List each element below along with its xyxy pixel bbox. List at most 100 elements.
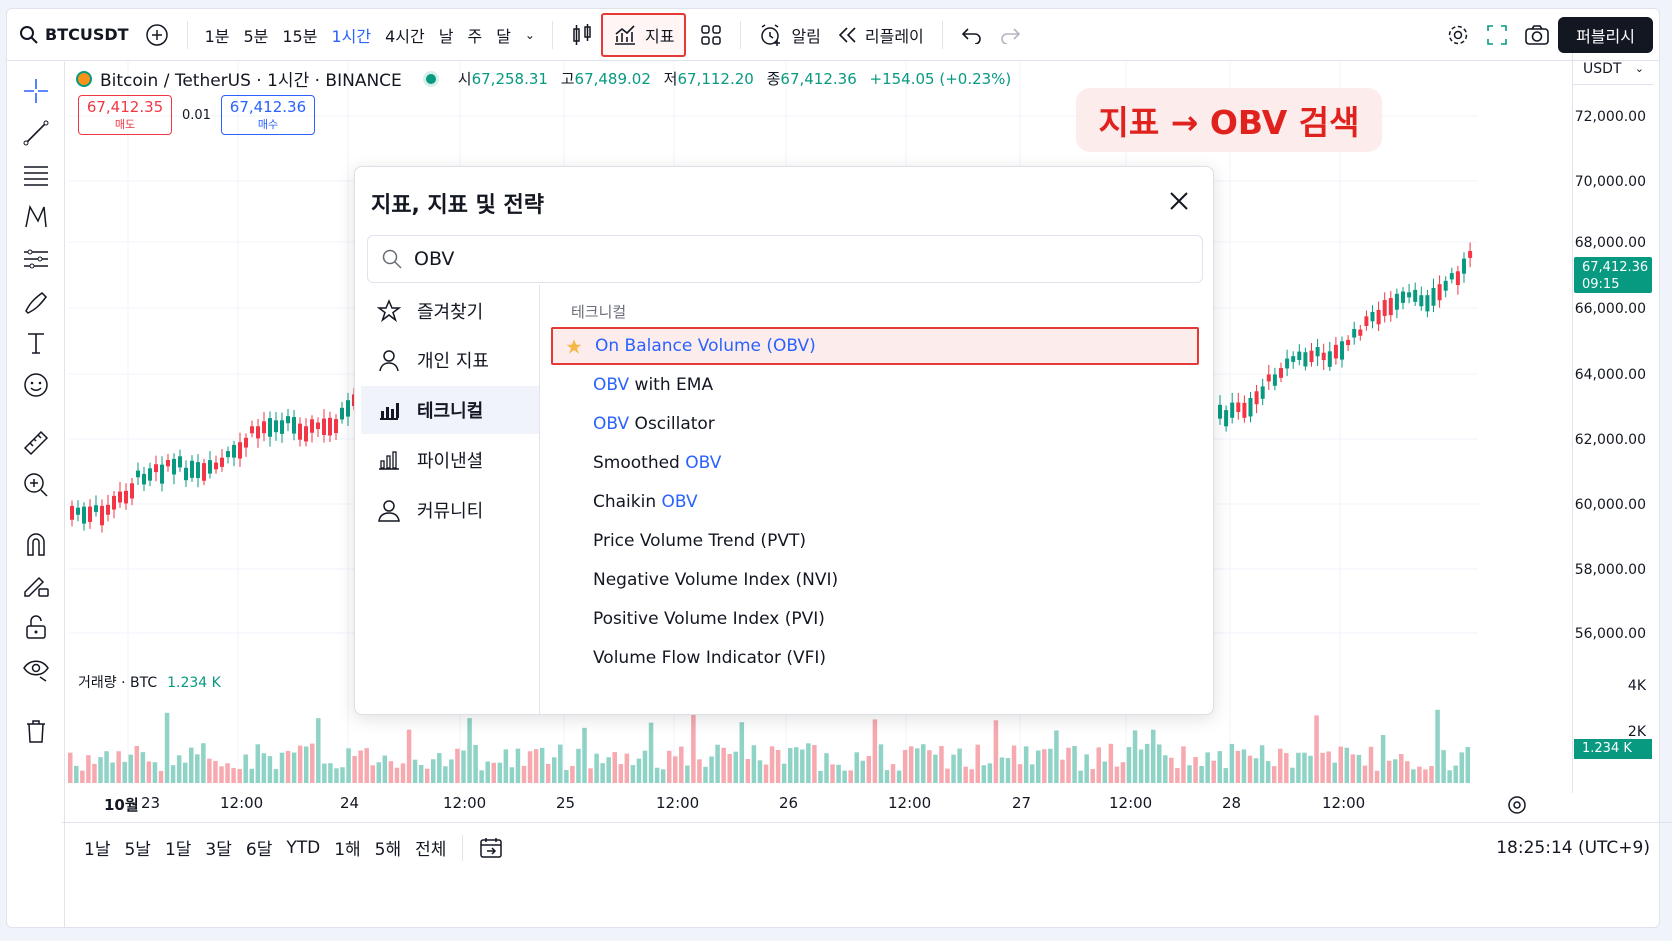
buy-button[interactable]: 67,412.36 매수 xyxy=(220,95,315,135)
settings-button[interactable] xyxy=(1438,15,1478,55)
volume-bar xyxy=(1235,750,1241,783)
indicator-item[interactable]: Negative Volume Index (NVI) xyxy=(551,561,1199,599)
calendar-goto-icon[interactable] xyxy=(479,836,503,860)
forecast-tool[interactable] xyxy=(19,242,53,276)
range-5y[interactable]: 5해 xyxy=(375,835,401,860)
lock-drawing-tool[interactable] xyxy=(19,568,53,602)
alert-button[interactable]: 알림 xyxy=(751,15,828,55)
indicator-item[interactable]: Positive Volume Index (PVI) xyxy=(551,600,1199,638)
indicator-search-input[interactable] xyxy=(414,244,1174,274)
trendline-tool[interactable] xyxy=(19,116,53,150)
tf-5m[interactable]: 5분 xyxy=(236,23,275,47)
clock-timezone[interactable]: 18:25:14 (UTC+9) xyxy=(1496,838,1650,858)
indicator-item[interactable]: OBV with EMA xyxy=(551,366,1199,404)
candle-body xyxy=(250,426,254,434)
indicator-item[interactable]: On Balance Volume (OBV) xyxy=(551,327,1199,365)
sell-button[interactable]: 67,412.35 매도 xyxy=(78,95,172,135)
indicator-search-field[interactable] xyxy=(367,235,1203,283)
indicators-button[interactable]: 지표 xyxy=(600,12,687,57)
nav-technical[interactable]: 테크니컬 xyxy=(361,386,539,434)
candle-body xyxy=(1388,298,1393,316)
volume-bar xyxy=(364,748,369,783)
candle-body xyxy=(1279,368,1283,378)
close-icon[interactable] xyxy=(1165,187,1193,215)
volume-bar xyxy=(1308,755,1313,783)
time-axis[interactable]: 10월 23 12:00 24 12:00 25 12:00 26 12:00 … xyxy=(62,782,1572,822)
symbol-search[interactable]: BTCUSDT xyxy=(7,15,137,55)
volume-bar xyxy=(1108,743,1114,783)
indicator-item[interactable]: OBV Oscillator xyxy=(551,405,1199,443)
candle-body xyxy=(1455,271,1460,286)
candle-body xyxy=(298,423,302,440)
emoji-tool[interactable] xyxy=(19,368,53,402)
indicator-item[interactable]: Smoothed OBV xyxy=(551,444,1199,482)
star-icon[interactable] xyxy=(565,338,583,361)
compare-button[interactable] xyxy=(137,15,177,55)
volume-bar xyxy=(267,756,273,783)
range-5d[interactable]: 5날 xyxy=(124,835,150,860)
range-ytd[interactable]: YTD xyxy=(286,838,320,858)
volume-bar xyxy=(382,755,388,783)
tf-4h[interactable]: 4시간 xyxy=(378,23,432,47)
brush-tool[interactable] xyxy=(19,284,53,318)
layouts-button[interactable] xyxy=(692,15,730,55)
volume-bar xyxy=(322,763,327,783)
price-axis[interactable]: USDT ⌄ 72,000.00 70,000.00 68,000.00 66,0… xyxy=(1572,53,1654,793)
tf-day[interactable]: 날 xyxy=(432,23,461,47)
time-label: 12:00 xyxy=(656,794,700,812)
snapshot-button[interactable] xyxy=(1516,15,1558,55)
measure-tool[interactable] xyxy=(19,426,53,460)
candle-body xyxy=(232,444,236,458)
symbol-title[interactable]: Bitcoin / TetherUS · 1시간 · BINANCE xyxy=(100,66,402,91)
tf-15m[interactable]: 15분 xyxy=(275,23,324,47)
fib-tool[interactable] xyxy=(19,158,53,192)
tf-month[interactable]: 달 xyxy=(489,23,518,47)
candle-body xyxy=(1425,295,1430,312)
replay-button[interactable]: 리플레이 xyxy=(829,15,932,55)
nav-community[interactable]: 커뮤니티 xyxy=(361,486,539,534)
volume-bar xyxy=(1036,750,1041,783)
candle-body xyxy=(130,483,134,499)
nav-favorites[interactable]: 즐겨찾기 xyxy=(361,287,539,335)
visibility-tool[interactable] xyxy=(19,652,53,686)
indicator-label: Price Volume Trend (PVT) xyxy=(593,531,806,551)
redo-button[interactable] xyxy=(991,15,1029,55)
settings-circle-icon[interactable] xyxy=(1506,794,1528,816)
tf-1m[interactable]: 1분 xyxy=(198,23,237,47)
range-1y[interactable]: 1해 xyxy=(334,835,360,860)
volume-bar xyxy=(927,750,932,783)
text-tool[interactable] xyxy=(19,326,53,360)
range-1m[interactable]: 1달 xyxy=(165,835,191,860)
volume-bar xyxy=(576,748,581,783)
chart-type-button[interactable] xyxy=(563,15,601,55)
range-6m[interactable]: 6달 xyxy=(246,835,272,860)
indicator-item[interactable]: Volume Flow Indicator (VFI) xyxy=(551,639,1199,677)
crosshair-tool[interactable] xyxy=(19,74,53,108)
indicator-item[interactable]: Price Volume Trend (PVT) xyxy=(551,522,1199,560)
publish-button[interactable]: 퍼블리시 xyxy=(1558,16,1653,53)
lock-tool[interactable] xyxy=(19,610,53,644)
fullscreen-button[interactable] xyxy=(1478,15,1516,55)
chevron-down-icon[interactable]: ⌄ xyxy=(518,28,542,42)
zoom-tool[interactable] xyxy=(19,468,53,502)
volume-bar xyxy=(654,767,660,783)
range-1d[interactable]: 1날 xyxy=(84,835,110,860)
volume-bar xyxy=(1199,765,1204,783)
volume-bar xyxy=(666,750,672,783)
nav-personal[interactable]: 개인 지표 xyxy=(361,336,539,384)
nav-financial[interactable]: 파이낸셜 xyxy=(361,436,539,484)
range-3m[interactable]: 3달 xyxy=(205,835,231,860)
tf-1h[interactable]: 1시간 xyxy=(324,23,378,47)
volume-bar xyxy=(1253,758,1259,783)
currency-select[interactable]: USDT ⌄ xyxy=(1573,53,1654,85)
candle-body xyxy=(244,437,248,448)
undo-button[interactable] xyxy=(953,15,991,55)
delete-tool[interactable] xyxy=(19,714,53,748)
tf-week[interactable]: 주 xyxy=(460,23,489,47)
magnet-tool[interactable] xyxy=(19,526,53,560)
pattern-tool[interactable] xyxy=(19,200,53,234)
indicator-item[interactable]: Chaikin OBV xyxy=(551,483,1199,521)
volume-bar xyxy=(388,761,394,783)
volume-bar xyxy=(533,749,539,783)
range-all[interactable]: 전체 xyxy=(415,835,446,860)
